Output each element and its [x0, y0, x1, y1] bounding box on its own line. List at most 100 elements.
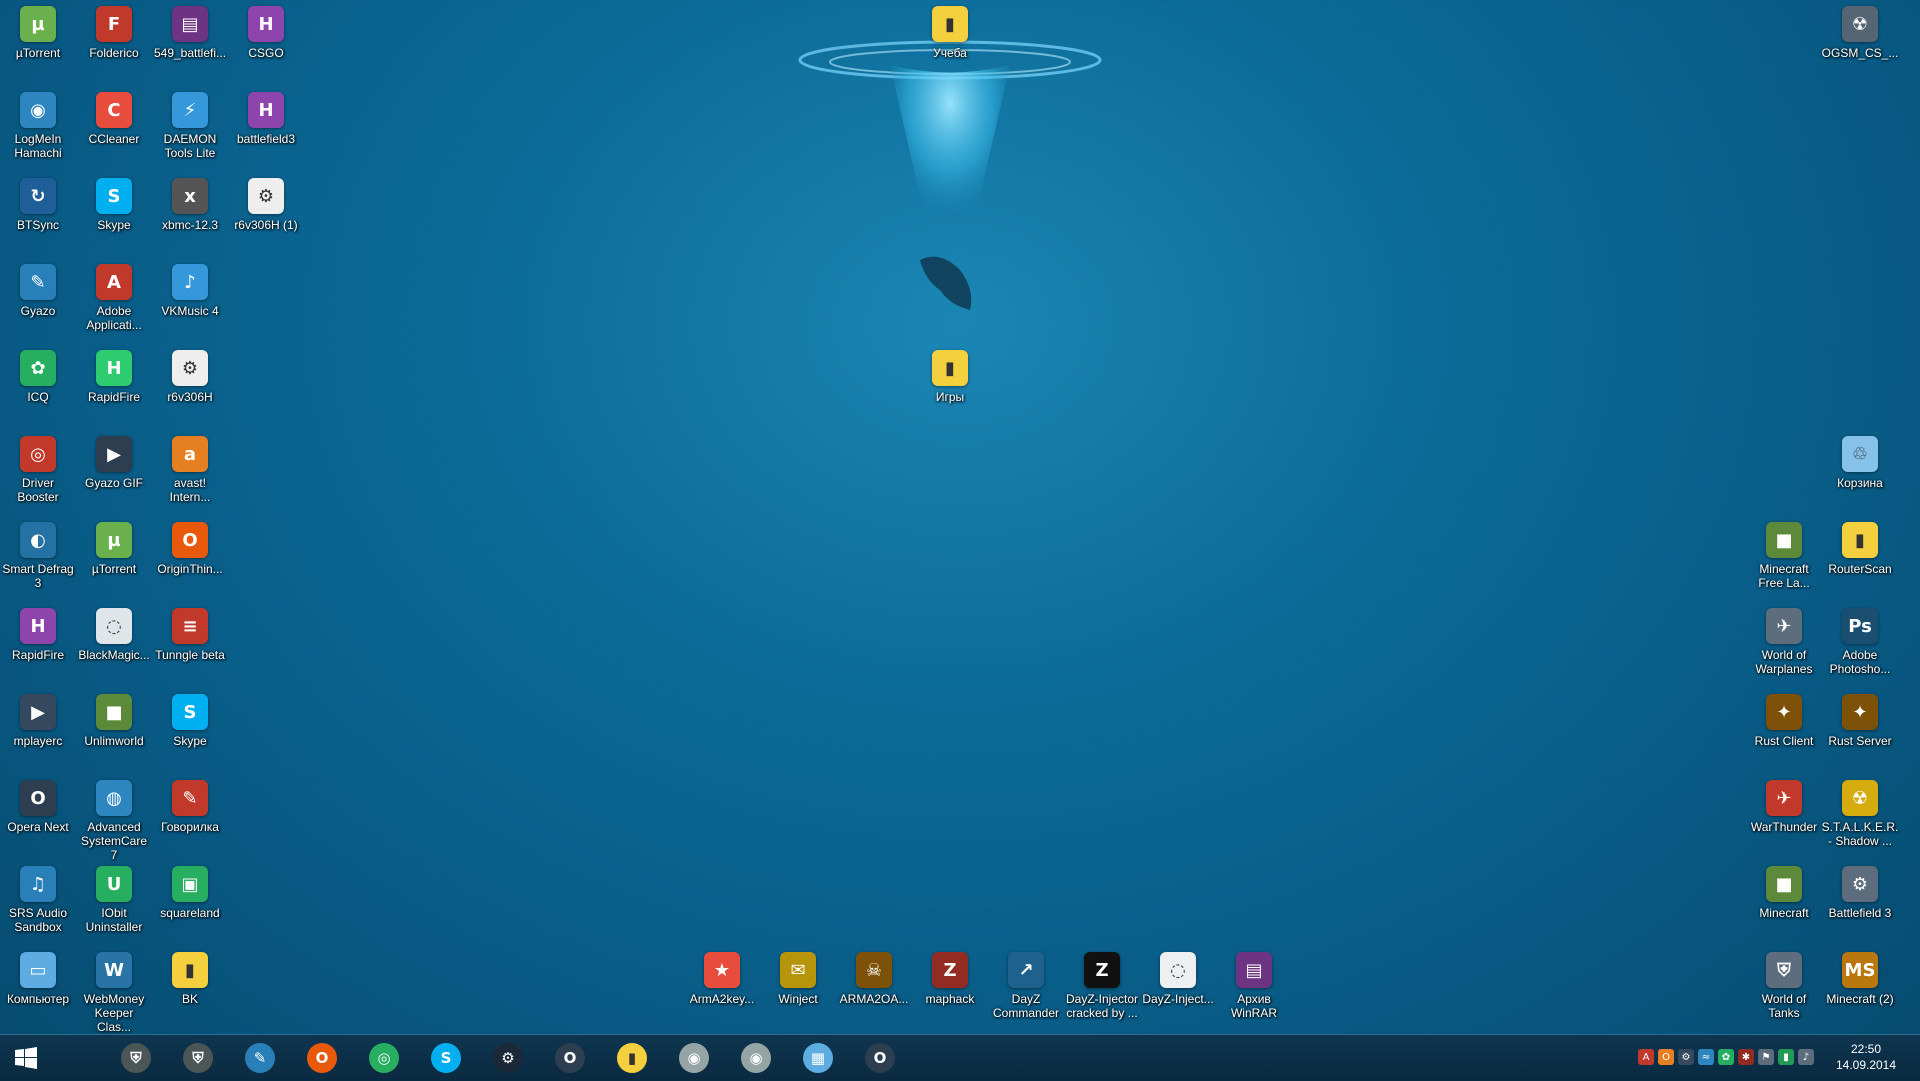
desktop-shortcut[interactable]: ▭ Компьютер: [0, 952, 76, 1006]
desktop-shortcut[interactable]: H CSGO: [228, 6, 304, 60]
desktop-shortcut[interactable]: µ µTorrent: [76, 522, 152, 576]
desktop-shortcut[interactable]: O Opera Next: [0, 780, 76, 834]
desktop-shortcut[interactable]: ↻ BTSync: [0, 178, 76, 232]
desktop-shortcut[interactable]: ☠ ARMA2OA...: [836, 952, 912, 1006]
desktop-shortcut[interactable]: µ µTorrent: [0, 6, 76, 60]
desktop-shortcut[interactable]: ◐ Smart Defrag 3: [0, 522, 76, 590]
taskbar-button[interactable]: S: [422, 1039, 470, 1077]
windows-icon: [15, 1047, 37, 1069]
desktop-shortcut[interactable]: ■ Minecraft: [1746, 866, 1822, 920]
desktop-shortcut[interactable]: ⚙ Battlefield 3: [1822, 866, 1898, 920]
shortcut-label: DayZ-Inject...: [1142, 992, 1214, 1006]
desktop-shortcut[interactable]: ▣ squareland: [152, 866, 228, 920]
desktop-shortcut[interactable]: ⚙ r6v306H: [152, 350, 228, 404]
network-tray-icon[interactable]: ≈: [1698, 1049, 1714, 1065]
desktop-shortcut[interactable]: ★ ArmA2key...: [684, 952, 760, 1006]
desktop-shortcut[interactable]: ✦ Rust Client: [1746, 694, 1822, 748]
taskbar-button[interactable]: ◉: [670, 1039, 718, 1077]
origin-tray-icon[interactable]: O: [1658, 1049, 1674, 1065]
action-center-icon[interactable]: ⚑: [1758, 1049, 1774, 1065]
desktop-shortcut[interactable]: ▶ mplayerc: [0, 694, 76, 748]
shortcut-label: World of Tanks: [1761, 992, 1807, 1020]
taskbar-button[interactable]: ⛨: [112, 1039, 160, 1077]
desktop-shortcut[interactable]: H RapidFire: [0, 608, 76, 662]
adobe-tray-icon[interactable]: A: [1638, 1049, 1654, 1065]
desktop-shortcut[interactable]: ▤ 549_battlefi...: [152, 6, 228, 60]
desktop-shortcut[interactable]: ☢ OGSM_CS_...: [1822, 6, 1898, 60]
desktop-shortcut[interactable]: ♪ VKMusic 4: [152, 264, 228, 318]
shield-tray-icon[interactable]: ✱: [1738, 1049, 1754, 1065]
desktop-shortcut[interactable]: ≡ Tunngle beta: [152, 608, 228, 662]
mplayer-icon: ▶: [20, 694, 56, 730]
taskbar-button[interactable]: O: [546, 1039, 594, 1077]
taskbar-button[interactable]: ▮: [608, 1039, 656, 1077]
desktop-shortcut[interactable]: ✎ Gyazo: [0, 264, 76, 318]
desktop-shortcut[interactable]: a avast! Intern...: [152, 436, 228, 504]
desktop-shortcut[interactable]: ◌ BlackMagic...: [76, 608, 152, 662]
desktop-shortcut[interactable]: ▮ Игры: [912, 350, 988, 404]
desktop-shortcut[interactable]: ✦ Rust Server: [1822, 694, 1898, 748]
desktop-shortcut[interactable]: ✿ ICQ: [0, 350, 76, 404]
desktop-shortcut[interactable]: S Skype: [152, 694, 228, 748]
desktop-shortcut[interactable]: A Adobe Applicati...: [76, 264, 152, 332]
desktop-shortcut[interactable]: C CCleaner: [76, 92, 152, 146]
shortcut-label: Minecraft (2): [1826, 992, 1894, 1006]
desktop-shortcut[interactable]: W WebMoney Keeper Clas...: [76, 952, 152, 1034]
desktop-shortcut[interactable]: Ps Adobe Photosho...: [1822, 608, 1898, 676]
desktop-shortcut[interactable]: ♲ Корзина: [1822, 436, 1898, 490]
desktop-shortcut[interactable]: ⚙ r6v306H (1): [228, 178, 304, 232]
desktop-shortcut[interactable]: Zmaphack: [912, 952, 988, 1006]
desktop-shortcut[interactable]: Z DayZ-Injector cracked by ...: [1064, 952, 1140, 1020]
desktop-shortcut[interactable]: ▤ Архив WinRAR: [1216, 952, 1292, 1020]
taskbar-button[interactable]: ▦: [794, 1039, 842, 1077]
desktop-shortcut[interactable]: S Skype: [76, 178, 152, 232]
steam-tray-icon[interactable]: ⚙: [1678, 1049, 1694, 1065]
taskbar-button[interactable]: O: [856, 1039, 904, 1077]
taskbar-button[interactable]: ✎: [236, 1039, 284, 1077]
desktop-shortcut[interactable]: ☢ S.T.A.L.K.E.R. - Shadow ...: [1822, 780, 1898, 848]
shortcut-label: Rust Client: [1754, 734, 1814, 748]
desktop-shortcut[interactable]: Hbattlefield3: [228, 92, 304, 146]
shortcut-label: LogMeIn Hamachi: [14, 132, 62, 160]
desktop-shortcut[interactable]: F Folderico: [76, 6, 152, 60]
desktop-shortcut[interactable]: U IObit Uninstaller: [76, 866, 152, 934]
desktop-shortcut[interactable]: ✉ Winject: [760, 952, 836, 1006]
taskbar-button[interactable]: ⚙: [484, 1039, 532, 1077]
start-button[interactable]: [6, 1039, 46, 1077]
desktop-shortcut[interactable]: x xbmc-12.3: [152, 178, 228, 232]
desktop-shortcut[interactable]: ✎ Говорилка: [152, 780, 228, 834]
desktop-shortcut[interactable]: ■ Unlimworld: [76, 694, 152, 748]
chat-tray-icon[interactable]: ✿: [1718, 1049, 1734, 1065]
taskbar-button[interactable]: ◉: [732, 1039, 780, 1077]
taskbar-button[interactable]: ⛨: [174, 1039, 222, 1077]
gyazo-icon: ✎: [245, 1043, 275, 1073]
desktop-shortcut[interactable]: ◌ DayZ-Inject...: [1140, 952, 1216, 1006]
taskbar-button[interactable]: O: [298, 1039, 346, 1077]
desktop-shortcut[interactable]: ✈ World of Warplanes: [1746, 608, 1822, 676]
driver-booster-icon: ◎: [20, 436, 56, 472]
desktop-shortcut[interactable]: ♫ SRS Audio Sandbox: [0, 866, 76, 934]
desktop-shortcut[interactable]: ■ Minecraft Free La...: [1746, 522, 1822, 590]
desktop-shortcut[interactable]: ⚡ DAEMON Tools Lite: [152, 92, 228, 160]
desktop-shortcut[interactable]: ◍ Advanced SystemCare 7: [76, 780, 152, 862]
battery-icon[interactable]: ▮: [1778, 1049, 1794, 1065]
clock[interactable]: 22:50 14.09.2014: [1826, 1041, 1906, 1073]
desktop-shortcut[interactable]: ▮ Учеба: [912, 6, 988, 60]
document-icon: ◌: [1160, 952, 1196, 988]
volume-icon[interactable]: ♪: [1798, 1049, 1814, 1065]
desktop-shortcut[interactable]: ▮ RouterScan: [1822, 522, 1898, 576]
desktop-shortcut[interactable]: ◎ Driver Booster: [0, 436, 76, 504]
desktop-shortcut[interactable]: ▮ BK: [152, 952, 228, 1006]
shortcut-label: Skype: [97, 218, 131, 232]
shortcut-label: µTorrent: [15, 46, 61, 60]
desktop-shortcut[interactable]: ⛨ World of Tanks: [1746, 952, 1822, 1020]
shortcut-label: DayZ-Injector cracked by ...: [1065, 992, 1139, 1020]
taskbar-button[interactable]: ◎: [360, 1039, 408, 1077]
desktop-shortcut[interactable]: H RapidFire: [76, 350, 152, 404]
desktop-shortcut[interactable]: MS Minecraft (2): [1822, 952, 1898, 1006]
desktop-shortcut[interactable]: ▶ Gyazo GIF: [76, 436, 152, 490]
desktop-shortcut[interactable]: ↗ DayZ Commander: [988, 952, 1064, 1020]
desktop-shortcut[interactable]: ✈ WarThunder: [1746, 780, 1822, 834]
desktop-shortcut[interactable]: ◉ LogMeIn Hamachi: [0, 92, 76, 160]
desktop-shortcut[interactable]: O OriginThin...: [152, 522, 228, 576]
